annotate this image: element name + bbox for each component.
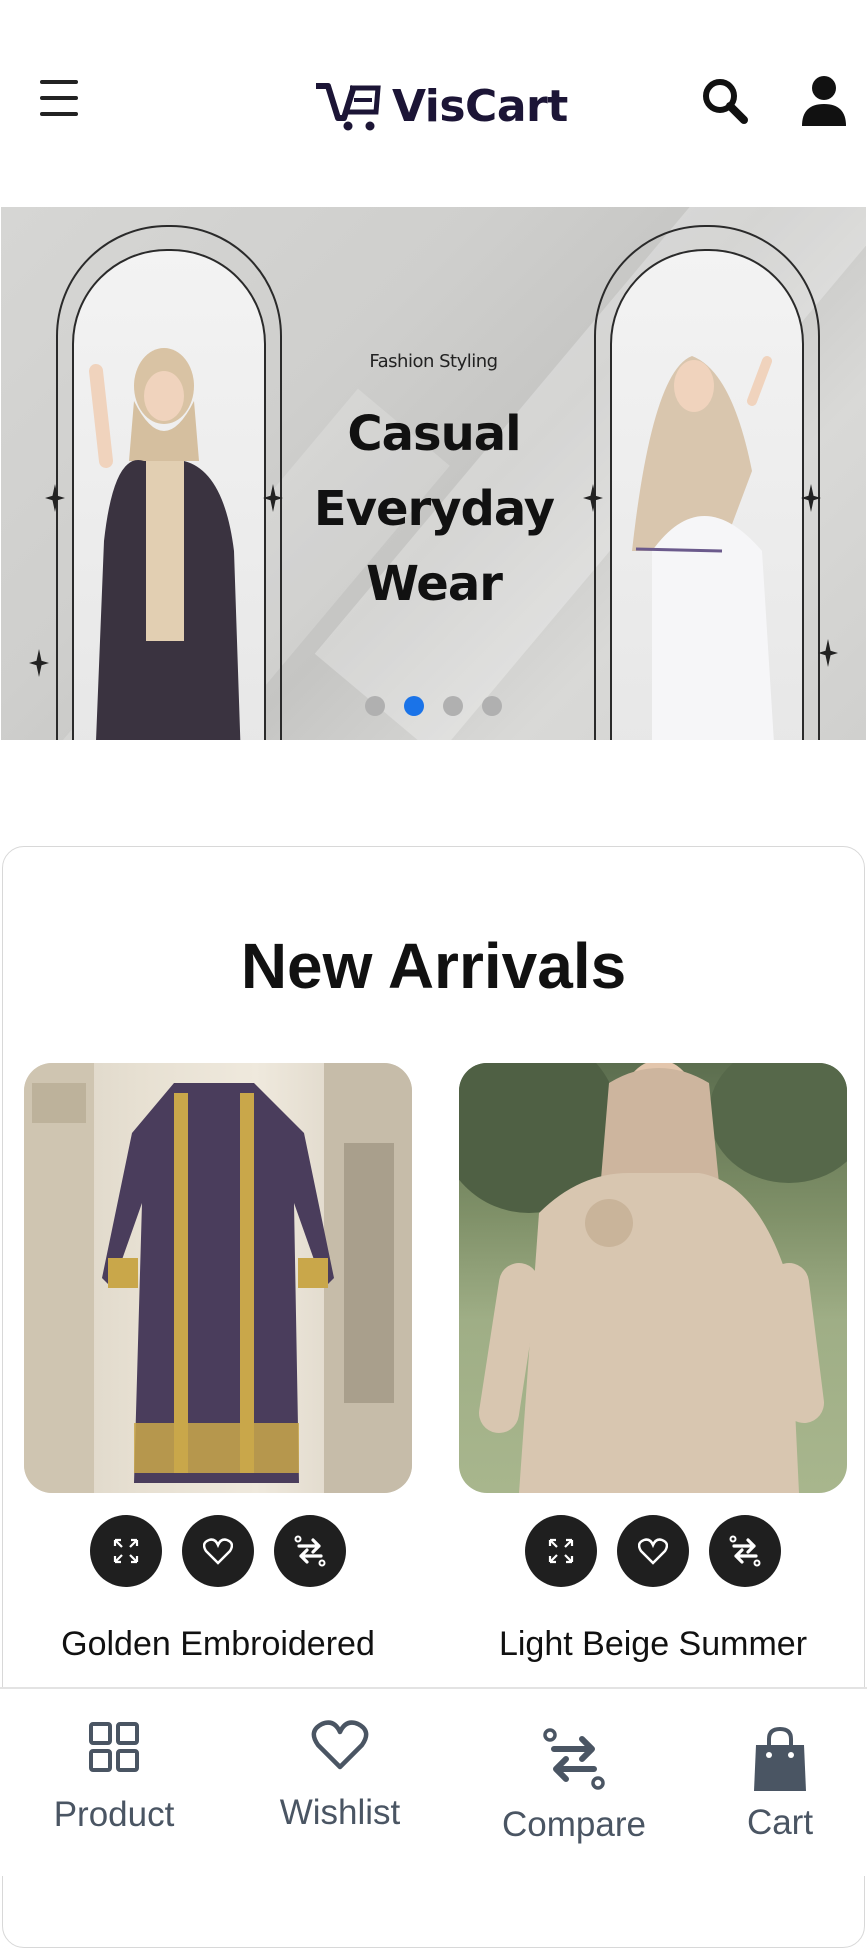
product-actions <box>24 1515 412 1587</box>
wishlist-button[interactable] <box>617 1515 689 1587</box>
sparkle-icon <box>29 649 49 677</box>
model-image <box>632 356 774 740</box>
banner-title-line: Wear <box>366 556 503 612</box>
user-icon <box>802 76 846 126</box>
banner-title-line: Everyday <box>313 481 555 537</box>
nav-item-wishlist[interactable]: Wishlist <box>268 1689 412 1876</box>
menu-button[interactable] <box>40 80 78 120</box>
compare-button[interactable] <box>274 1515 346 1587</box>
nav-label: Cart <box>746 1803 814 1842</box>
compare-icon <box>729 1535 761 1567</box>
hamburger-menu-icon <box>40 80 78 84</box>
quick-view-button[interactable] <box>525 1515 597 1587</box>
app-header: VisCart <box>0 0 867 207</box>
brand-logo[interactable]: VisCart <box>314 78 568 134</box>
bottom-navigation: Product Wishlist Compare Cart <box>0 1687 867 1876</box>
hamburger-line <box>40 112 78 116</box>
product-image[interactable] <box>459 1063 847 1493</box>
wishlist-button[interactable] <box>182 1515 254 1587</box>
right-arch-photo <box>610 249 804 740</box>
section-title: New Arrivals <box>240 930 627 1002</box>
banner-tagline: Fashion Styling <box>369 351 498 372</box>
carousel-dot-4[interactable] <box>482 696 502 716</box>
brand-name: VisCart <box>392 80 568 132</box>
heart-icon <box>203 1538 233 1565</box>
carousel-dot-2[interactable] <box>404 696 424 716</box>
heart-icon <box>638 1538 668 1565</box>
carousel-dot-1[interactable] <box>365 696 385 716</box>
sparkle-icon <box>801 484 821 512</box>
shopping-bag-icon <box>754 1727 806 1791</box>
quick-view-button[interactable] <box>90 1515 162 1587</box>
compare-icon <box>294 1535 326 1567</box>
carousel-dots <box>365 696 502 716</box>
product-image[interactable] <box>24 1063 412 1493</box>
hero-banner[interactable]: Fashion Styling Casual Everyday Wear <box>1 207 866 740</box>
grid-icon <box>89 1722 139 1772</box>
sparkle-icon <box>583 484 603 512</box>
product-name[interactable]: Golden Embroidered <box>24 1625 412 1664</box>
nav-label: Compare <box>502 1805 646 1844</box>
sparkle-icon <box>818 639 838 667</box>
product-actions <box>459 1515 847 1587</box>
banner-title: Casual Everyday Wear <box>284 397 584 622</box>
model-image <box>89 348 241 740</box>
cart-logo-icon <box>316 83 381 131</box>
compare-button[interactable] <box>709 1515 781 1587</box>
nav-item-cart[interactable]: Cart <box>734 1689 826 1876</box>
banner-title-line: Casual <box>347 406 521 462</box>
nav-label: Product <box>53 1795 175 1834</box>
expand-icon <box>548 1538 574 1564</box>
search-icon <box>703 79 748 124</box>
product-name[interactable]: Light Beige Summer <box>459 1625 847 1664</box>
product-card: Light Beige Summer <box>459 1063 847 1664</box>
sparkle-icon <box>45 484 65 512</box>
nav-item-compare[interactable]: Compare <box>494 1689 654 1876</box>
product-photo <box>24 1063 412 1493</box>
account-button[interactable] <box>800 74 848 128</box>
product-photo <box>459 1063 847 1493</box>
compare-icon <box>543 1728 605 1790</box>
product-card: Golden Embroidered <box>24 1063 412 1664</box>
carousel-dot-3[interactable] <box>443 696 463 716</box>
hamburger-line <box>40 96 78 100</box>
nav-item-product[interactable]: Product <box>44 1689 184 1876</box>
heart-icon <box>311 1720 369 1770</box>
sparkle-icon <box>263 484 283 512</box>
search-button[interactable] <box>700 76 750 126</box>
expand-icon <box>113 1538 139 1564</box>
left-arch-photo <box>72 249 266 740</box>
nav-label: Wishlist <box>279 1793 401 1832</box>
